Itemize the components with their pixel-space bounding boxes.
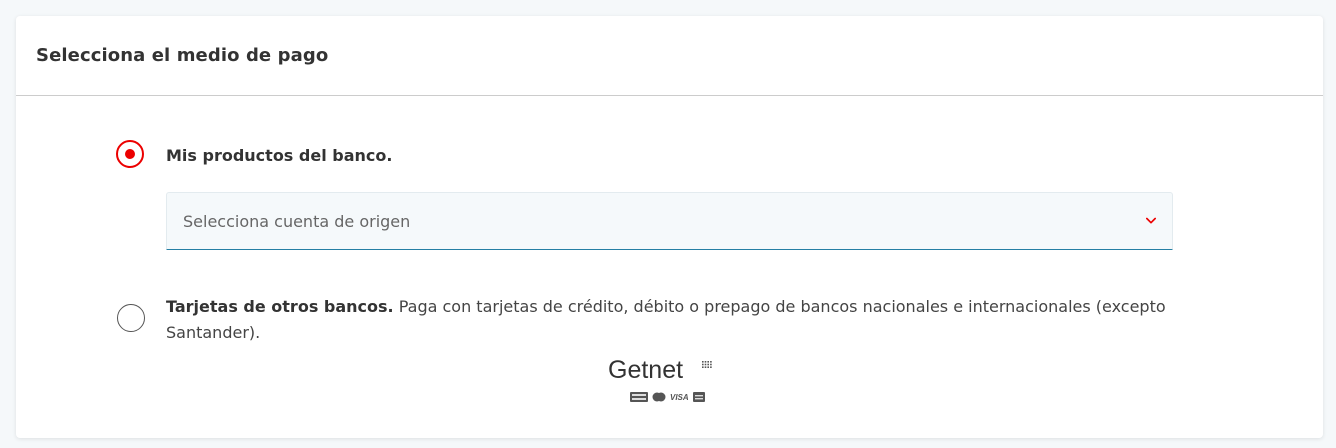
radio-other-bank-cards[interactable] <box>117 304 145 332</box>
other-bank-cards-label[interactable]: Tarjetas de otros bancos. Paga con tarje… <box>166 294 1166 346</box>
account-origin-select[interactable]: Selecciona cuenta de origen <box>166 192 1173 250</box>
payment-method-card: Selecciona el medio de pago Mis producto… <box>16 16 1323 438</box>
mastercard-icon <box>652 392 666 402</box>
getnet-dots-icon <box>702 361 712 368</box>
redcompra-icon <box>630 392 648 402</box>
card-brands: VISA <box>630 392 705 402</box>
select-placeholder: Selecciona cuenta de origen <box>183 211 411 231</box>
bank-products-label[interactable]: Mis productos del banco. <box>166 146 392 165</box>
amex-icon <box>692 392 705 402</box>
visa-brand: VISA <box>670 392 689 402</box>
page-title: Selecciona el medio de pago <box>36 45 329 66</box>
getnet-logo: Getnet VISA <box>608 356 720 408</box>
card-header: Selecciona el medio de pago <box>16 16 1323 96</box>
getnet-wordmark: Getnet <box>608 356 684 384</box>
other-bank-cards-title: Tarjetas de otros bancos. <box>166 297 394 316</box>
chevron-down-icon <box>1146 216 1156 226</box>
radio-bank-products[interactable] <box>116 140 144 168</box>
